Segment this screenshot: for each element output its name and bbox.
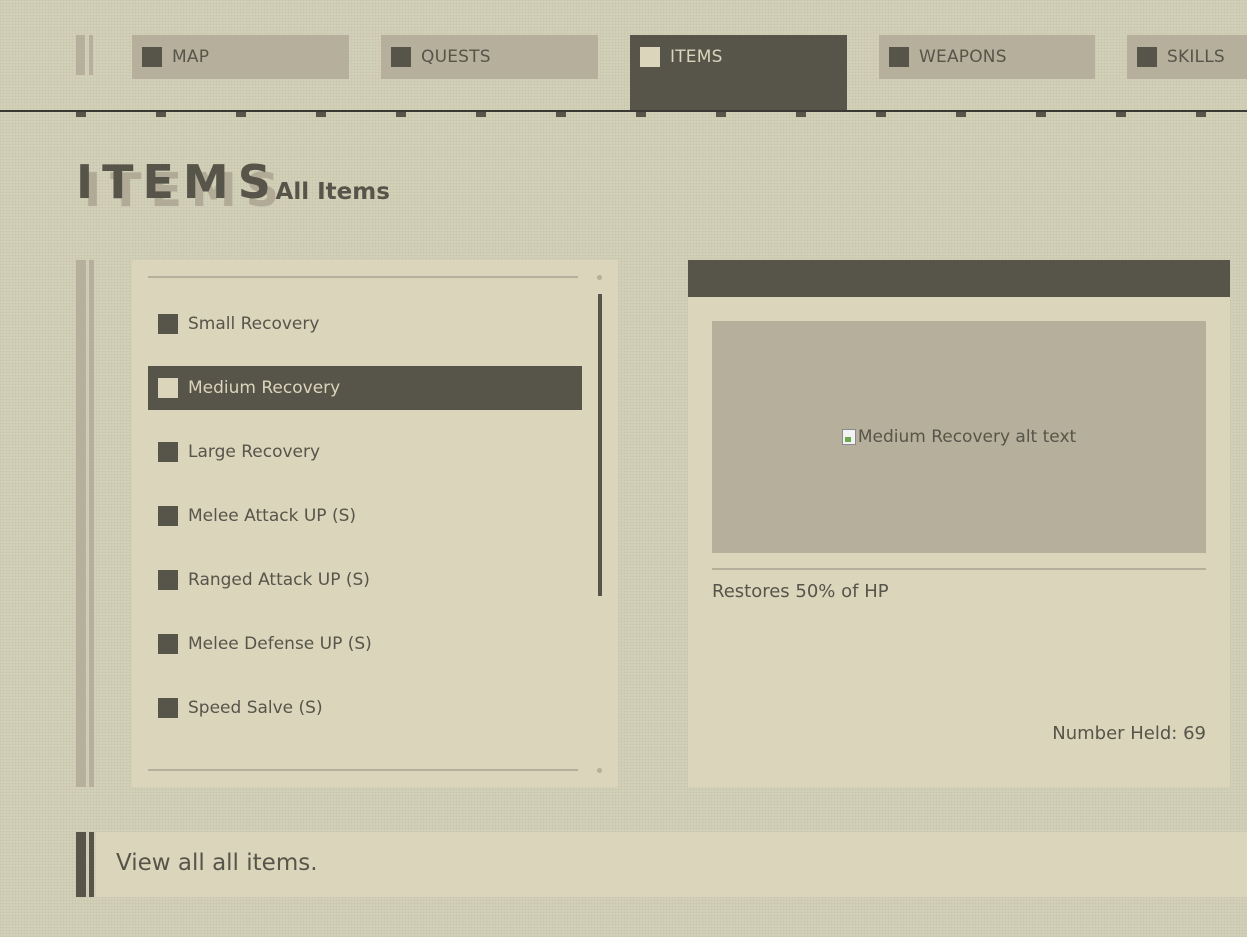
tab-map[interactable]: MAP [132, 35, 349, 79]
nav-tick [476, 112, 486, 117]
item-square-icon [158, 314, 178, 334]
nav-tick [236, 112, 246, 117]
tab-weapons[interactable]: WEAPONS [879, 35, 1095, 79]
item-square-icon [158, 634, 178, 654]
list-top-rule [148, 276, 578, 278]
item-label: Ranged Attack UP (S) [188, 570, 370, 590]
item-label: Medium Recovery [188, 378, 341, 398]
list-item-melee-attack-up[interactable]: Melee Attack UP (S) [148, 494, 582, 538]
list-grip-decoration [76, 260, 96, 787]
number-held: Number Held: 69 [1052, 723, 1206, 744]
page-subtitle: - All Items [258, 179, 390, 205]
nav-tick [316, 112, 326, 117]
tab-square-icon [640, 47, 660, 67]
item-description: Restores 50% of HP [712, 581, 889, 602]
item-square-icon [158, 442, 178, 462]
footer-hint-bar: View all all items. [96, 832, 1247, 897]
tab-square-icon [889, 47, 909, 67]
tab-label: QUESTS [421, 47, 491, 67]
scroll-top-dot [597, 275, 602, 280]
detail-header-bar [688, 260, 1230, 297]
nav-tick [716, 112, 726, 117]
nav-tick [1196, 112, 1206, 117]
item-label: Speed Salve (S) [188, 698, 323, 718]
item-square-icon [158, 378, 178, 398]
tab-square-icon [1137, 47, 1157, 67]
list-item-small-recovery[interactable]: Small Recovery [148, 302, 582, 346]
item-image: Medium Recovery alt text [712, 321, 1206, 553]
item-label: Large Recovery [188, 442, 321, 462]
nav-tick [876, 112, 886, 117]
broken-image-icon [841, 429, 856, 445]
nav-tick [76, 112, 86, 117]
broken-image: Medium Recovery alt text [841, 427, 1077, 447]
nav-tick [956, 112, 966, 117]
item-image-alt-text: Medium Recovery alt text [857, 427, 1077, 447]
list-scrollbar[interactable] [598, 294, 602, 596]
item-square-icon [158, 570, 178, 590]
footer-grip-decoration [76, 832, 96, 897]
nav-tick [396, 112, 406, 117]
item-square-icon [158, 698, 178, 718]
list-bottom-rule [148, 769, 578, 771]
tab-label: MAP [172, 47, 210, 67]
nav-divider [0, 110, 1247, 112]
list-item-ranged-attack-up[interactable]: Ranged Attack UP (S) [148, 558, 582, 602]
page-title-text: ITEMS [76, 155, 280, 209]
nav-tick [156, 112, 166, 117]
detail-divider [712, 568, 1206, 570]
tab-square-icon [142, 47, 162, 67]
tab-label: SKILLS [1167, 47, 1225, 67]
item-label: Melee Defense UP (S) [188, 634, 372, 654]
list-item-speed-salve[interactable]: Speed Salve (S) [148, 686, 582, 730]
tab-square-icon [391, 47, 411, 67]
nav-tick [1036, 112, 1046, 117]
footer-hint-text: View all all items. [116, 850, 318, 876]
nav-tick [556, 112, 566, 117]
tab-quests[interactable]: QUESTS [381, 35, 598, 79]
nav-tick [796, 112, 806, 117]
tab-label: ITEMS [670, 47, 723, 67]
tab-items[interactable]: ITEMS [630, 35, 847, 112]
item-label: Small Recovery [188, 314, 320, 334]
tab-label: WEAPONS [919, 47, 1007, 67]
nav-tick [636, 112, 646, 117]
list-item-large-recovery[interactable]: Large Recovery [148, 430, 582, 474]
item-list-panel: Small Recovery Medium Recovery Large Rec… [132, 260, 618, 787]
nav-tick [1116, 112, 1126, 117]
item-square-icon [158, 506, 178, 526]
nav-grip-decoration [76, 35, 96, 75]
tab-skills[interactable]: SKILLS [1127, 35, 1247, 79]
item-detail-panel: Medium Recovery alt text Restores 50% of… [688, 260, 1230, 787]
scroll-bottom-dot [597, 768, 602, 773]
list-item-medium-recovery[interactable]: Medium Recovery [148, 366, 582, 410]
list-item-melee-defense-up[interactable]: Melee Defense UP (S) [148, 622, 582, 666]
item-label: Melee Attack UP (S) [188, 506, 356, 526]
